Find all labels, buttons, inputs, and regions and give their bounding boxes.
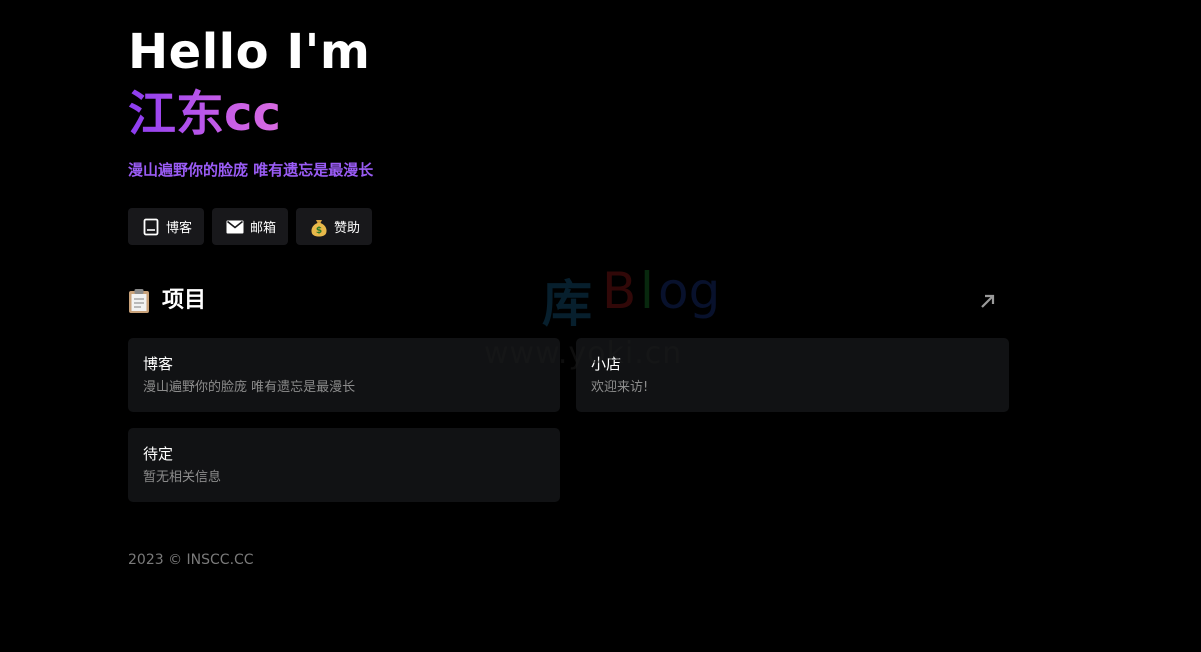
footer-copyright: 2023 © INSCC.CC (128, 552, 254, 568)
project-card-shop[interactable]: 小店 欢迎来访! (576, 338, 1009, 412)
arrow-up-right-icon[interactable] (977, 290, 999, 312)
hero-name: 江东cc (128, 86, 281, 142)
projects-header: 项目 (128, 286, 1009, 316)
blog-button-label: 博客 (166, 221, 193, 236)
project-card-description: 暂无相关信息 (143, 470, 222, 485)
money-bag-icon: $ (310, 218, 328, 236)
mail-icon (226, 218, 244, 236)
hero-greeting: Hello I'm (128, 24, 371, 80)
project-card-blog[interactable]: 博客 漫山遍野你的脸庞 唯有遗忘是最漫长 (128, 338, 560, 412)
projects-title: 项目 (162, 288, 207, 313)
mail-button[interactable]: 邮箱 (212, 208, 289, 245)
blog-button[interactable]: 博客 (128, 208, 205, 245)
sponsor-button[interactable]: $ 赞助 (296, 208, 373, 245)
project-card-pending[interactable]: 待定 暂无相关信息 (128, 428, 560, 502)
link-buttons: 博客 邮箱 $ 赞助 (128, 208, 373, 245)
project-card-title: 小店 (591, 355, 622, 373)
sponsor-button-label: 赞助 (334, 221, 361, 236)
project-card-title: 待定 (143, 445, 174, 463)
book-icon (142, 218, 160, 236)
page: Hello I'm 江东cc 漫山遍野你的脸庞 唯有遗忘是最漫长 博客 邮箱 $… (0, 0, 1201, 652)
project-card-description: 欢迎来访! (591, 380, 649, 395)
mail-button-label: 邮箱 (250, 221, 277, 236)
hero-tagline: 漫山遍野你的脸庞 唯有遗忘是最漫长 (128, 161, 374, 179)
project-card-description: 漫山遍野你的脸庞 唯有遗忘是最漫长 (143, 380, 356, 395)
clipboard-icon (128, 288, 152, 314)
project-card-title: 博客 (143, 355, 174, 373)
svg-text:$: $ (316, 226, 322, 236)
